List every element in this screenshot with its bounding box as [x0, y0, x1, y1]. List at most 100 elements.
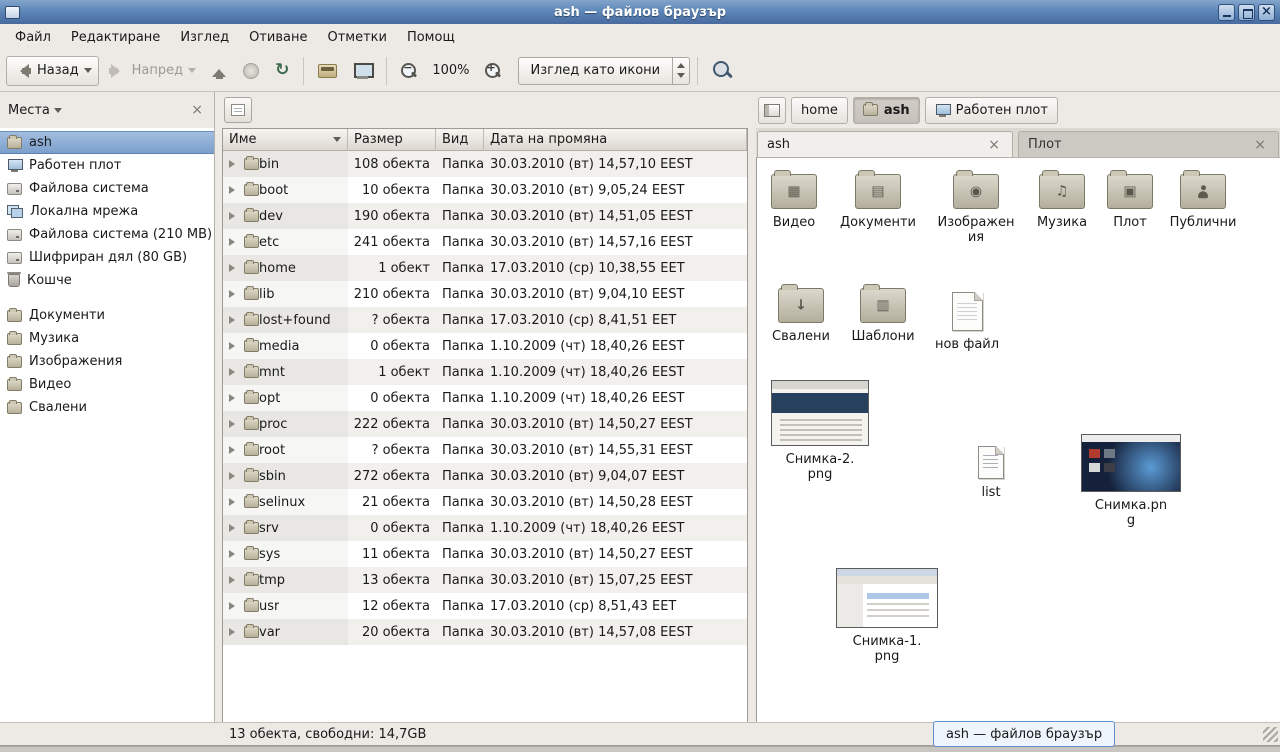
expander-icon[interactable]	[229, 446, 239, 454]
expander-icon[interactable]	[229, 420, 239, 428]
menu-edit[interactable]: Редактиране	[61, 27, 170, 48]
forward-history-dropdown-icon[interactable]	[188, 68, 196, 77]
path-button-home[interactable]: home	[791, 97, 848, 124]
icon-item-video[interactable]: Видео	[756, 174, 837, 231]
column-header-date[interactable]: Дата на промяна	[484, 129, 747, 151]
zoom-out-button[interactable]	[394, 56, 424, 86]
tab-close-button[interactable]	[1251, 137, 1269, 153]
expander-icon[interactable]	[229, 576, 239, 584]
view-mode-select[interactable]: Изглед като икони	[518, 57, 691, 85]
icon-item-public[interactable]: Публични	[1160, 174, 1246, 231]
tab-close-button[interactable]	[985, 137, 1003, 153]
table-row[interactable]: tmp13 обектаПапка30.03.2010 (вт) 15,07,2…	[223, 567, 747, 593]
expander-icon[interactable]	[229, 394, 239, 402]
table-row[interactable]: bin108 обектаПапка30.03.2010 (вт) 14,57,…	[223, 151, 747, 177]
table-row[interactable]: boot10 обектаПапка30.03.2010 (вт) 9,05,2…	[223, 177, 747, 203]
file-item-list[interactable]: list	[956, 446, 1026, 501]
places-title[interactable]: Места	[8, 103, 50, 118]
sidebar-item-documents[interactable]: Документи	[0, 304, 214, 327]
up-button[interactable]	[205, 56, 234, 86]
expander-icon[interactable]	[229, 212, 239, 220]
table-row[interactable]: proc222 обектаПапка30.03.2010 (вт) 14,50…	[223, 411, 747, 437]
file-item-snimka-1[interactable]: Снимка-1.png	[835, 568, 939, 665]
pane-splitter[interactable]	[215, 92, 222, 722]
tab-ash[interactable]: ash	[757, 131, 1013, 157]
expander-icon[interactable]	[229, 498, 239, 506]
tab-plot[interactable]: Плот	[1018, 131, 1279, 157]
table-row[interactable]: home1 обектПапка17.03.2010 (ср) 10,38,55…	[223, 255, 747, 281]
menu-bookmarks[interactable]: Отметки	[317, 27, 396, 48]
table-row[interactable]: selinux21 обектаПапка30.03.2010 (вт) 14,…	[223, 489, 747, 515]
expander-icon[interactable]	[229, 550, 239, 558]
location-bar-toggle-button[interactable]	[224, 97, 252, 123]
resize-grip[interactable]	[1263, 727, 1278, 742]
icon-item-documents[interactable]: Документи	[835, 174, 921, 231]
icon-view[interactable]: Видео Документи Изображения Музика Плот …	[756, 158, 1280, 722]
expander-icon[interactable]	[229, 342, 239, 350]
icon-item-pictures[interactable]: Изображения	[933, 174, 1019, 246]
column-header-size[interactable]: Размер	[348, 129, 436, 151]
expander-icon[interactable]	[229, 628, 239, 636]
sidebar-item-music[interactable]: Музика	[0, 327, 214, 350]
expander-icon[interactable]	[229, 472, 239, 480]
expander-icon[interactable]	[229, 524, 239, 532]
table-row[interactable]: lib210 обектаПапка30.03.2010 (вт) 9,04,1…	[223, 281, 747, 307]
path-button-ash[interactable]: ash	[853, 97, 920, 124]
sidebar-item-ash[interactable]: ash	[0, 131, 214, 154]
home-button[interactable]	[311, 56, 344, 86]
sidebar-item-pictures[interactable]: Изображения	[0, 350, 214, 373]
file-item-new-file[interactable]: нов файл	[924, 292, 1010, 353]
table-row[interactable]: root? обектаПапка30.03.2010 (вт) 14,55,3…	[223, 437, 747, 463]
sidebar-item-desktop[interactable]: Работен плот	[0, 154, 214, 177]
titlebar[interactable]: ash — файлов браузър	[0, 0, 1280, 24]
pane-splitter[interactable]	[748, 92, 756, 722]
sidebar-item-downloads[interactable]: Свалени	[0, 396, 214, 419]
sidebar-item-video[interactable]: Видео	[0, 373, 214, 396]
expander-icon[interactable]	[229, 602, 239, 610]
table-row[interactable]: sys11 обектаПапка30.03.2010 (вт) 14,50,2…	[223, 541, 747, 567]
places-dropdown-icon[interactable]	[54, 108, 62, 117]
expander-icon[interactable]	[229, 238, 239, 246]
places-close-button[interactable]	[188, 102, 206, 118]
expander-icon[interactable]	[229, 160, 239, 168]
menu-view[interactable]: Изглед	[170, 27, 239, 48]
menu-file[interactable]: Файл	[5, 27, 61, 48]
file-item-snimka[interactable]: Снимка.png	[1079, 434, 1183, 529]
minimize-button[interactable]	[1218, 4, 1235, 21]
expander-icon[interactable]	[229, 368, 239, 376]
table-row[interactable]: srv0 обектаПапка1.10.2009 (чт) 18,40,26 …	[223, 515, 747, 541]
sidebar-item-network[interactable]: Локална мрежа	[0, 200, 214, 223]
table-row[interactable]: etc241 обектаПапка30.03.2010 (вт) 14,57,…	[223, 229, 747, 255]
file-item-snimka-2[interactable]: Снимка-2.png	[770, 380, 870, 483]
search-button[interactable]	[705, 54, 740, 87]
zoom-in-button[interactable]	[478, 56, 508, 86]
maximize-button[interactable]	[1238, 4, 1255, 21]
expander-icon[interactable]	[229, 316, 239, 324]
menu-go[interactable]: Отиване	[239, 27, 317, 48]
close-button[interactable]	[1258, 4, 1275, 21]
table-row[interactable]: usr12 обектаПапка17.03.2010 (ср) 8,51,43…	[223, 593, 747, 619]
expander-icon[interactable]	[229, 290, 239, 298]
sidebar-item-filesystem-210mb[interactable]: Файлова система (210 MB)	[0, 223, 214, 246]
sidebar-item-encrypted-80gb[interactable]: Шифриран дял (80 GB)	[0, 246, 214, 269]
sidebar-item-filesystem[interactable]: Файлова система	[0, 177, 214, 200]
table-row[interactable]: var20 обектаПапка30.03.2010 (вт) 14,57,0…	[223, 619, 747, 645]
path-button-desktop[interactable]: Работен плот	[925, 97, 1058, 124]
back-history-dropdown-icon[interactable]	[84, 68, 92, 77]
forward-button[interactable]: Напред	[101, 56, 203, 86]
pathbar-root-button[interactable]	[758, 97, 786, 124]
table-row[interactable]: mnt1 обектПапка1.10.2009 (чт) 18,40,26 E…	[223, 359, 747, 385]
table-row[interactable]: dev190 обектаПапка30.03.2010 (вт) 14,51,…	[223, 203, 747, 229]
view-mode-stepper[interactable]	[672, 58, 689, 84]
table-row[interactable]: sbin272 обектаПапка30.03.2010 (вт) 9,04,…	[223, 463, 747, 489]
computer-button[interactable]	[346, 56, 379, 86]
taskbar-window-button[interactable]: ash — файлов браузър	[933, 721, 1115, 747]
icon-item-templates[interactable]: Шаблони	[840, 288, 926, 345]
column-header-name[interactable]: Име	[223, 129, 348, 151]
column-header-type[interactable]: Вид	[436, 129, 484, 151]
sidebar-item-trash[interactable]: Кошче	[0, 269, 214, 292]
menu-help[interactable]: Помощ	[397, 27, 465, 48]
reload-button[interactable]	[268, 56, 296, 86]
stop-button[interactable]	[236, 56, 266, 86]
table-row[interactable]: lost+found? обектаПапка17.03.2010 (ср) 8…	[223, 307, 747, 333]
